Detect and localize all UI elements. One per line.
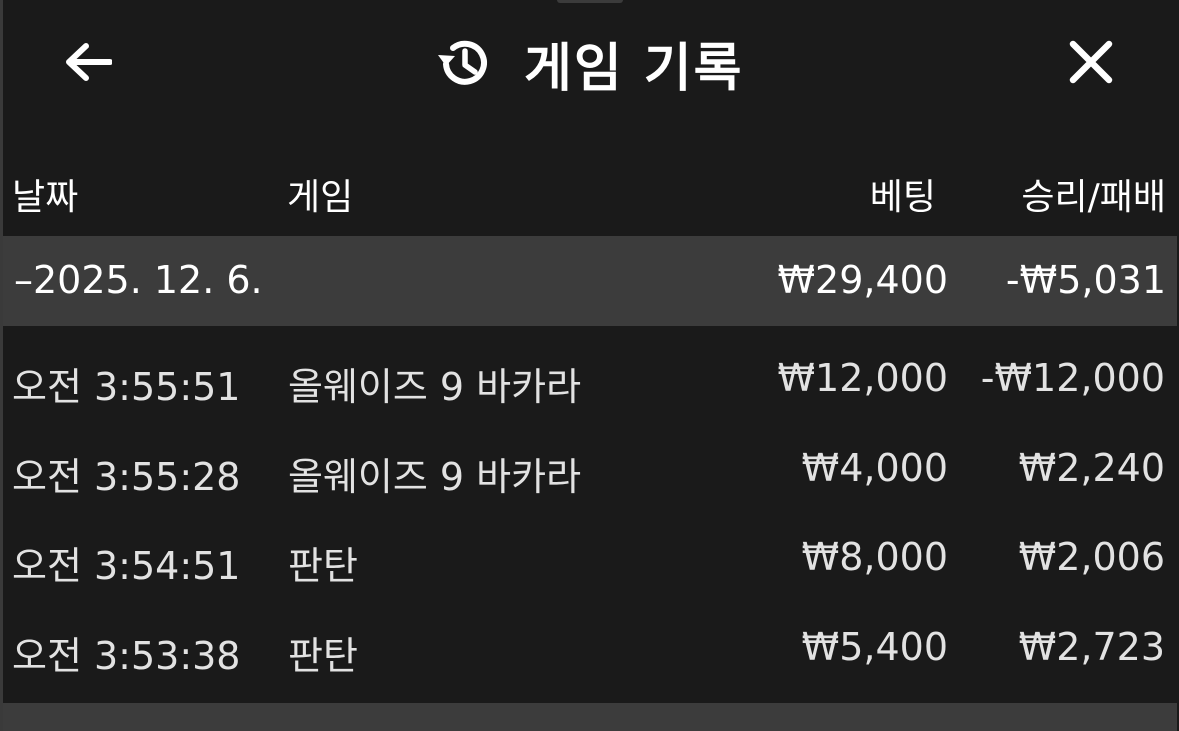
row-time: 오전 3:54:51 — [12, 544, 241, 588]
row-win-loss: ₩2,006 — [1018, 535, 1165, 579]
back-button[interactable] — [58, 38, 116, 90]
column-header-game: 게임 — [287, 177, 354, 218]
history-icon — [434, 33, 494, 93]
row-bet: ₩8,000 — [801, 535, 948, 579]
header: 게임 기록 — [0, 0, 1179, 128]
row-bet: ₩4,000 — [801, 446, 948, 490]
row-time: 오전 3:53:38 — [12, 634, 241, 678]
row-time: 오전 3:55:28 — [12, 455, 241, 499]
page-title: 게임 기록 — [434, 30, 743, 99]
column-header-date: 날짜 — [12, 177, 79, 218]
group-date: –2025. 12. 6. — [14, 258, 263, 302]
close-icon — [1067, 38, 1115, 90]
row-game: 판탄 — [288, 544, 358, 588]
row-bet: ₩5,400 — [801, 625, 948, 669]
close-button[interactable] — [1062, 36, 1120, 92]
row-game: 올웨이즈 9 바카라 — [288, 455, 582, 499]
row-win-loss: ₩2,723 — [1018, 625, 1165, 669]
group-bet-total: ₩29,400 — [777, 258, 948, 302]
column-header-bet: 베팅 — [869, 177, 936, 218]
column-header-win-loss: 승리/패배 — [1021, 177, 1166, 218]
arrow-left-icon — [62, 42, 113, 86]
title-text: 게임 기록 — [524, 38, 744, 99]
group-win-loss-total: -₩5,031 — [1005, 258, 1166, 302]
row-win-loss: -₩12,000 — [980, 356, 1165, 400]
row-game: 판탄 — [288, 634, 358, 678]
next-group-row[interactable] — [3, 703, 1177, 731]
date-group-row[interactable]: –2025. 12. 6. ₩29,400 -₩5,031 — [3, 236, 1177, 326]
row-time: 오전 3:55:51 — [12, 365, 241, 409]
row-game: 올웨이즈 9 바카라 — [288, 365, 582, 409]
row-bet: ₩12,000 — [777, 356, 948, 400]
row-win-loss: ₩2,240 — [1018, 446, 1165, 490]
